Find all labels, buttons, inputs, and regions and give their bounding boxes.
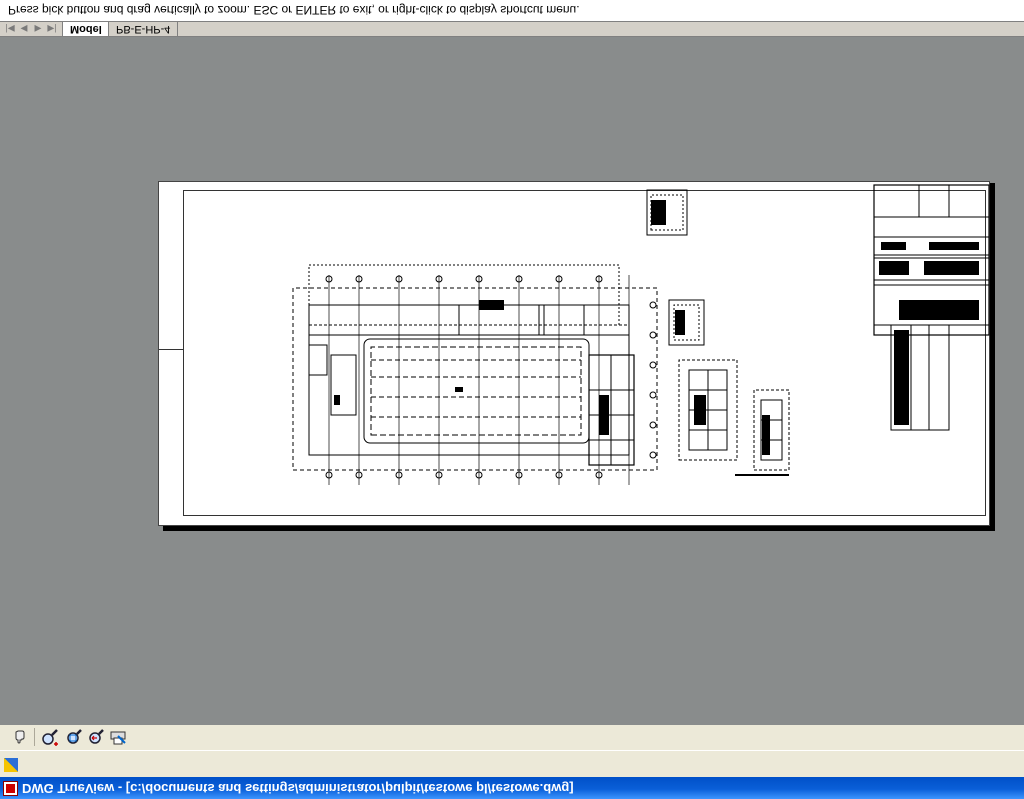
dwg-trueview-app-icon[interactable] [3,781,18,796]
status-bar [0,750,1024,777]
dwg-trueview-window: DWG TrueView - [c:/documents and setting… [0,0,1024,799]
drawing-canvas[interactable] [0,37,1024,725]
floor-plan-drawing [292,184,990,485]
next-tab-button[interactable]: ▶ [32,23,44,35]
zoom-previous-icon[interactable] [86,727,106,747]
tab-model[interactable]: Model [62,21,110,36]
navigation-toolbar [0,724,1024,751]
pan-realtime-icon[interactable] [10,727,30,747]
command-prompt-text: Press pick button and drag vertically to… [8,3,580,17]
plot-icon[interactable] [108,727,128,747]
layout-paper [158,181,990,526]
zoom-realtime-icon[interactable] [40,727,60,747]
window-title: DWG TrueView - [c:/documents and setting… [22,781,574,796]
title-bar[interactable]: DWG TrueView - [c:/documents and setting… [0,777,1024,799]
toolbar-separator [34,728,35,746]
last-tab-button[interactable]: ▶| [46,23,58,35]
command-line[interactable]: Press pick button and drag vertically to… [0,0,1024,22]
zoom-window-icon[interactable] [64,727,84,747]
autodesk-logo-icon [4,758,18,772]
previous-tab-button[interactable]: ◀ [18,23,30,35]
layout-tab-bar: |◀ ◀ ▶ ▶| Model PB-E-HP-4 [0,21,1024,37]
first-tab-button[interactable]: |◀ [4,23,16,35]
tab-pb-e-hp-4[interactable]: PB-E-HP-4 [108,21,179,36]
